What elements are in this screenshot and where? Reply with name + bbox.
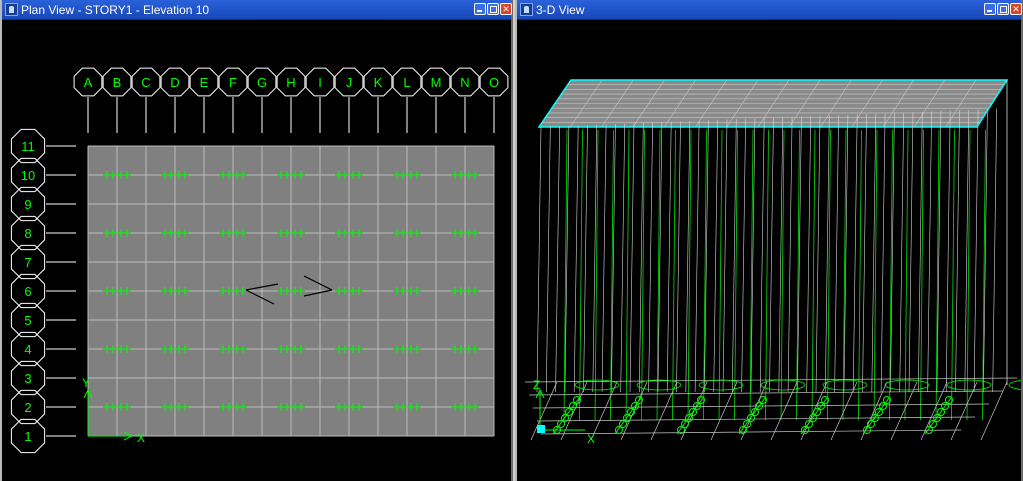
app-icon	[520, 3, 533, 16]
close-icon[interactable]	[500, 3, 512, 15]
grid-label: H	[286, 75, 295, 90]
grid-label: E	[200, 75, 209, 90]
grid-label: K	[374, 75, 383, 90]
grid-bubble-8[interactable]: 8	[10, 215, 46, 251]
grid-label: O	[489, 75, 499, 90]
grid-label: 8	[24, 226, 31, 241]
grid-label: 11	[21, 139, 35, 154]
grid-bubble-f[interactable]: F	[218, 67, 248, 97]
grid-label: M	[431, 75, 442, 90]
plan-view-canvas[interactable]: A B C D E F G H I J K L M N O 11 10 9 8 7 6 5 4 3 2 1 Y X	[2, 20, 511, 481]
grid-bubble-m[interactable]: M	[421, 67, 451, 97]
3d-view-window[interactable]: 3-D View Z X	[515, 0, 1023, 481]
grid-bubble-k[interactable]: K	[363, 67, 393, 97]
plan-axis-y-label: Y	[82, 376, 90, 390]
3d-support-markers	[552, 396, 953, 435]
grid-label: 3	[24, 371, 31, 386]
grid-bubble-6[interactable]: 6	[10, 273, 46, 309]
3d-view-title-bar[interactable]: 3-D View	[517, 0, 1022, 20]
grid-bubble-i[interactable]: I	[305, 67, 335, 97]
grid-bubble-g[interactable]: G	[247, 67, 277, 97]
plan-view-title: Plan View - STORY1 - Elevation 10	[21, 3, 210, 17]
grid-label: D	[170, 75, 179, 90]
3d-columns	[536, 79, 1008, 421]
3d-axis-z-label: Z	[533, 378, 540, 392]
grid-bubble-l[interactable]: L	[392, 67, 422, 97]
grid-label: 2	[24, 400, 31, 415]
3d-view-title: 3-D View	[536, 3, 585, 17]
close-icon[interactable]	[1010, 3, 1022, 15]
grid-bubble-3[interactable]: 3	[10, 360, 46, 396]
grid-bubble-7[interactable]: 7	[10, 244, 46, 280]
grid-bubble-n[interactable]: N	[450, 67, 480, 97]
grid-bubble-4[interactable]: 4	[10, 331, 46, 367]
plan-axis-x-label: X	[137, 431, 145, 445]
plan-grid-lines	[46, 97, 495, 437]
plan-view-title-bar[interactable]: Plan View - STORY1 - Elevation 10	[2, 0, 512, 20]
grid-bubble-e[interactable]: E	[189, 67, 219, 97]
app-icon	[5, 3, 18, 16]
grid-bubble-h[interactable]: H	[276, 67, 306, 97]
grid-label: F	[229, 75, 237, 90]
grid-bubble-9[interactable]: 9	[10, 186, 46, 222]
minimize-icon[interactable]	[474, 3, 486, 15]
grid-label: 5	[24, 313, 31, 328]
grid-label: L	[403, 75, 410, 90]
grid-label: B	[113, 75, 122, 90]
grid-label: 1	[24, 429, 31, 444]
grid-bubble-a[interactable]: A	[73, 67, 103, 97]
grid-label: 4	[24, 342, 31, 357]
3d-view-canvas[interactable]: Z X	[517, 20, 1021, 481]
grid-bubble-c[interactable]: C	[131, 67, 161, 97]
grid-label: 7	[24, 255, 31, 270]
grid-bubble-1[interactable]: 1	[10, 418, 46, 454]
grid-label: A	[84, 75, 93, 90]
grid-bubble-b[interactable]: B	[102, 67, 132, 97]
origin-marker	[537, 425, 545, 433]
grid-bubble-5[interactable]: 5	[10, 302, 46, 338]
3d-roof-slab	[537, 79, 1009, 128]
grid-bubble-o[interactable]: O	[479, 67, 509, 97]
minimize-icon[interactable]	[984, 3, 996, 15]
grid-label: C	[141, 75, 150, 90]
grid-label: J	[346, 75, 353, 90]
restore-icon[interactable]	[997, 3, 1009, 15]
grid-bubble-11[interactable]: 11	[10, 128, 46, 164]
grid-bubble-2[interactable]: 2	[10, 389, 46, 425]
grid-bubble-d[interactable]: D	[160, 67, 190, 97]
grid-label: 9	[24, 197, 31, 212]
grid-label: G	[257, 75, 267, 90]
grid-bubble-j[interactable]: J	[334, 67, 364, 97]
grid-label: I	[318, 75, 322, 90]
plan-view-window[interactable]: Plan View - STORY1 - Elevation 10 A B C D E F…	[0, 0, 513, 481]
grid-label: 10	[21, 168, 35, 183]
grid-bubble-10[interactable]: 10	[10, 157, 46, 193]
3d-axis-x-label: X	[587, 432, 595, 446]
restore-icon[interactable]	[487, 3, 499, 15]
grid-label: 6	[24, 284, 31, 299]
grid-label: N	[460, 75, 469, 90]
